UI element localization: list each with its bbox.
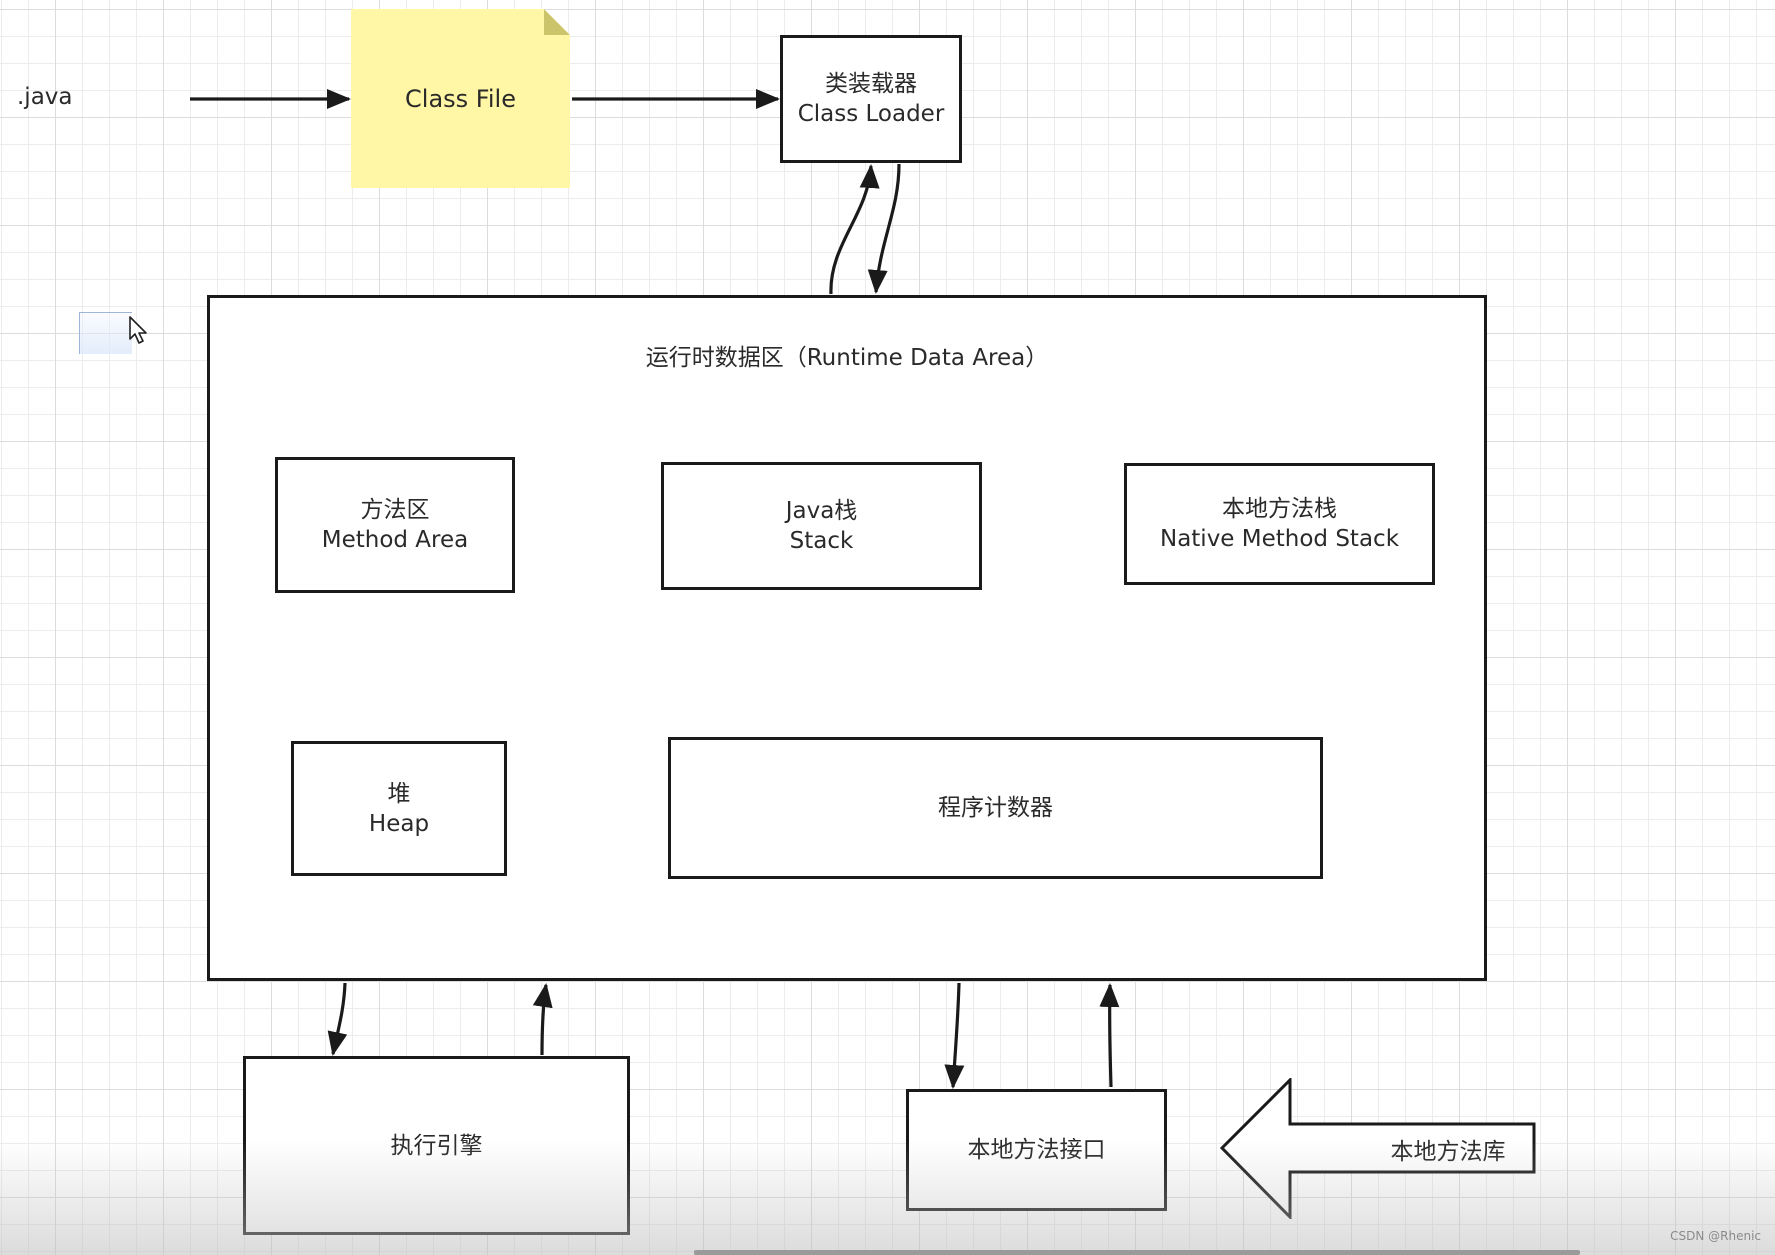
arrow-runtime-to-classloader[interactable] <box>829 164 880 295</box>
arrow-execution-engine-to-runtime[interactable] <box>532 983 553 1056</box>
selection-rectangle <box>79 312 132 354</box>
horizontal-scrollbar[interactable] <box>694 1250 1580 1255</box>
native-library-arrow[interactable]: 本地方法库 <box>1219 1076 1536 1221</box>
native-library-label: 本地方法库 <box>1390 1138 1506 1165</box>
mouse-cursor-icon <box>129 316 147 344</box>
arrow-runtime-to-execution-engine[interactable] <box>327 982 348 1056</box>
connector-layer <box>190 89 1120 1089</box>
arrow-native-interface-to-runtime[interactable] <box>1099 983 1120 1088</box>
java-source-label[interactable]: .java <box>17 84 73 110</box>
arrow-runtime-to-native-interface[interactable] <box>944 982 965 1089</box>
arrow-classloader-to-runtime[interactable] <box>867 163 901 294</box>
watermark: CSDN @Rhenic <box>1670 1229 1761 1243</box>
